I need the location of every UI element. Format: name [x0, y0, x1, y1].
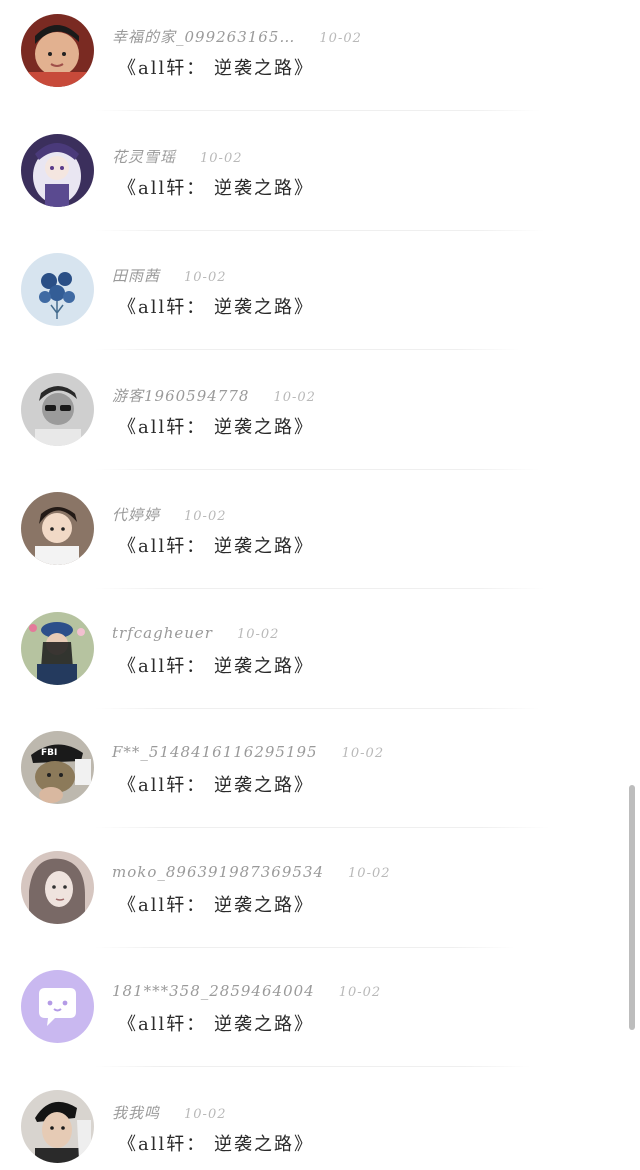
divider: [95, 827, 550, 828]
scrollbar[interactable]: [629, 785, 635, 1030]
comment-date: 10-02: [184, 1106, 227, 1122]
comment-row[interactable]: 我我鸣 10-02 《all轩： 逆袭之路》: [0, 1076, 640, 1170]
comment-date: 10-02: [319, 31, 362, 46]
comment-text: 《all轩： 逆袭之路》: [118, 775, 314, 796]
comment-meta: moko_896391987369534 10-02: [112, 863, 391, 885]
sunglasses-man-avatar-icon[interactable]: [21, 372, 94, 446]
comment-meta: 181***358_2859464004 10-02: [112, 982, 381, 1004]
username[interactable]: 游客1960594778: [112, 385, 249, 406]
divider: [95, 110, 540, 111]
comment-row[interactable]: 花灵雪瑶 10-02 《all轩： 逆袭之路》: [0, 120, 640, 240]
comment-text: 《all轩： 逆袭之路》: [118, 894, 314, 916]
blue-roses-avatar-icon[interactable]: [21, 253, 94, 326]
comment-date: 10-02: [236, 626, 280, 642]
comment-row[interactable]: 181***358_2859464004 10-02 《all轩： 逆袭之路》: [0, 956, 640, 1076]
boy-photo-avatar-icon[interactable]: [21, 14, 94, 87]
comment-row[interactable]: 游客1960594778 10-02 《all轩： 逆袭之路》: [0, 359, 640, 479]
comment-date: 10-02: [184, 509, 227, 524]
comment-list: 幸福的家_099263165… 10-02 《all轩： 逆袭之路》 花灵雪瑶 …: [0, 0, 640, 1170]
divider: [95, 349, 520, 350]
username[interactable]: 幸福的家_099263165…: [112, 26, 295, 47]
divider: [95, 946, 515, 948]
comment-meta: 代婷婷 10-02: [112, 504, 227, 526]
comment-text: 《all轩： 逆袭之路》: [118, 655, 314, 677]
comment-meta: trfcagheuer 10-02: [112, 624, 279, 646]
comment-date: 10-02: [348, 865, 391, 881]
comment-date: 10-02: [184, 270, 227, 285]
comment-text: 《all轩： 逆袭之路》: [118, 297, 314, 318]
comment-text: 《all轩： 逆袭之路》: [118, 1014, 314, 1035]
sketch-girl-avatar-icon[interactable]: [21, 850, 94, 924]
username[interactable]: 我我鸣: [112, 1102, 160, 1123]
comment-row[interactable]: moko_896391987369534 10-02 《all轩： 逆袭之路》: [0, 837, 640, 957]
man-portrait-avatar-icon[interactable]: [21, 1089, 94, 1163]
comment-date: 10-02: [200, 150, 243, 166]
comment-meta: 游客1960594778 10-02: [112, 385, 316, 407]
comment-row[interactable]: FBI F**_5148416116295195 10-02 《all轩： 逆袭…: [0, 717, 640, 837]
beret-girl-avatar-icon[interactable]: [21, 611, 94, 685]
comment-text: 《all轩： 逆袭之路》: [118, 177, 314, 199]
comment-row[interactable]: 代婷婷 10-02 《all轩： 逆袭之路》: [0, 478, 640, 598]
comment-row[interactable]: trfcagheuer 10-02 《all轩： 逆袭之路》: [0, 598, 640, 718]
comment-row[interactable]: 田雨茜 10-02 《all轩： 逆袭之路》: [0, 239, 640, 359]
username[interactable]: 181***358_2859464004: [112, 982, 315, 1000]
divider: [95, 707, 540, 709]
comment-meta: 花灵雪瑶 10-02: [112, 146, 243, 168]
young-man-avatar-icon[interactable]: [21, 492, 94, 565]
username[interactable]: 田雨茜: [112, 265, 160, 286]
divider: [95, 468, 540, 470]
comment-meta: 我我鸣 10-02: [112, 1102, 227, 1124]
comment-meta: F**_5148416116295195 10-02: [112, 743, 384, 765]
svg-text:FBI: FBI: [41, 748, 57, 758]
comment-date: 10-02: [341, 746, 385, 761]
comment-text: 《all轩： 逆袭之路》: [118, 1133, 314, 1155]
comment-text: 《all轩： 逆袭之路》: [118, 416, 314, 438]
anime-girl-avatar-icon[interactable]: [21, 133, 94, 207]
comment-date: 10-02: [338, 985, 382, 1000]
username[interactable]: 花灵雪瑶: [112, 146, 176, 167]
divider: [95, 588, 545, 589]
username[interactable]: F**_5148416116295195: [112, 743, 318, 761]
username[interactable]: 代婷婷: [112, 504, 160, 525]
fbi-cat-avatar-icon[interactable]: FBI: [21, 731, 94, 804]
comment-text: 《all轩： 逆袭之路》: [118, 58, 314, 79]
comment-row[interactable]: 幸福的家_099263165… 10-02 《all轩： 逆袭之路》: [0, 0, 640, 120]
comment-text: 《all轩： 逆袭之路》: [118, 536, 314, 557]
divider: [95, 1066, 530, 1067]
username[interactable]: moko_896391987369534: [112, 863, 324, 881]
comment-meta: 田雨茜 10-02: [112, 265, 227, 287]
chat-bubble-avatar-icon[interactable]: [21, 970, 94, 1043]
divider: [95, 229, 545, 231]
comment-meta: 幸福的家_099263165… 10-02: [112, 26, 362, 48]
username[interactable]: trfcagheuer: [112, 624, 213, 642]
comment-date: 10-02: [273, 389, 316, 405]
